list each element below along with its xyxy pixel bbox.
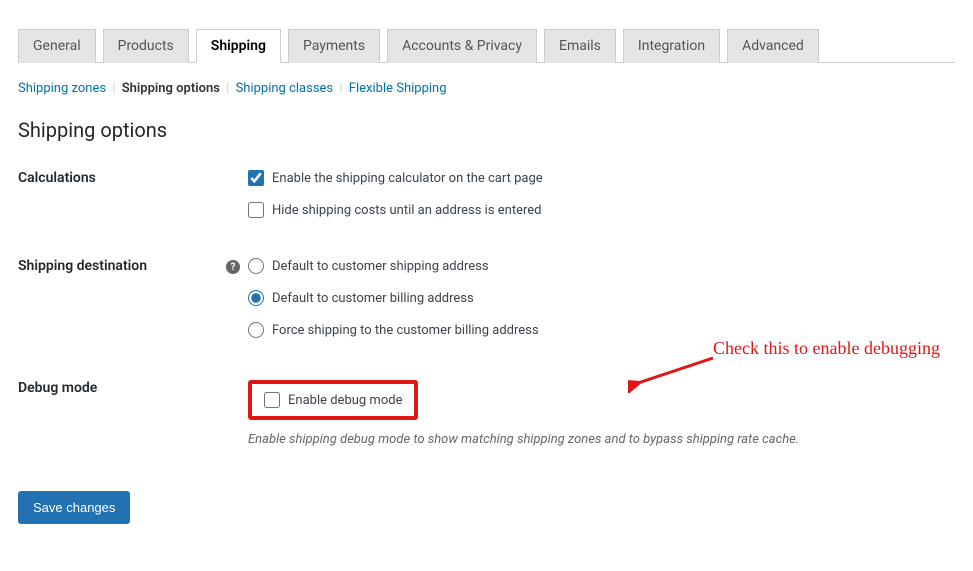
default-billing-label[interactable]: Default to customer billing address (272, 291, 474, 306)
default-billing-radio[interactable] (248, 290, 264, 306)
debug-description: Enable shipping debug mode to show match… (248, 432, 955, 447)
tab-shipping[interactable]: Shipping (196, 29, 281, 63)
tab-payments[interactable]: Payments (288, 29, 380, 63)
subnav-classes[interactable]: Shipping classes (236, 81, 334, 96)
separator: | (112, 81, 115, 96)
tab-general[interactable]: General (18, 29, 96, 63)
force-billing-radio[interactable] (248, 322, 264, 338)
subnav-options[interactable]: Shipping options (122, 81, 220, 96)
subnav-zones[interactable]: Shipping zones (18, 81, 106, 96)
separator: | (226, 81, 229, 96)
enable-calculator-checkbox[interactable] (248, 170, 264, 186)
tab-accounts[interactable]: Accounts & Privacy (387, 29, 537, 63)
arrow-icon (628, 353, 718, 393)
enable-calculator-label[interactable]: Enable the shipping calculator on the ca… (272, 171, 543, 186)
calculations-label: Calculations (18, 170, 248, 186)
default-shipping-radio[interactable] (248, 258, 264, 274)
force-billing-label[interactable]: Force shipping to the customer billing a… (272, 323, 539, 338)
sub-nav: Shipping zones | Shipping options | Ship… (18, 81, 955, 96)
enable-debug-label[interactable]: Enable debug mode (288, 393, 402, 408)
settings-tabs: General Products Shipping Payments Accou… (18, 18, 955, 62)
subnav-flexible[interactable]: Flexible Shipping (349, 81, 447, 96)
enable-debug-checkbox[interactable] (264, 392, 280, 408)
hide-costs-label[interactable]: Hide shipping costs until an address is … (272, 203, 542, 218)
tab-integration[interactable]: Integration (623, 29, 720, 63)
destination-label: Shipping destination ? (18, 258, 248, 274)
debug-highlight-box: Enable debug mode (248, 380, 418, 420)
separator: | (339, 81, 342, 96)
tab-emails[interactable]: Emails (544, 29, 616, 63)
hide-costs-checkbox[interactable] (248, 202, 264, 218)
debug-label: Debug mode (18, 380, 248, 396)
help-icon[interactable]: ? (226, 260, 240, 274)
page-title: Shipping options (18, 118, 955, 142)
save-button[interactable]: Save changes (18, 491, 130, 524)
tab-products[interactable]: Products (103, 29, 189, 63)
annotation-text: Check this to enable debugging (713, 338, 940, 359)
tab-advanced[interactable]: Advanced (727, 29, 819, 63)
default-shipping-label[interactable]: Default to customer shipping address (272, 259, 489, 274)
